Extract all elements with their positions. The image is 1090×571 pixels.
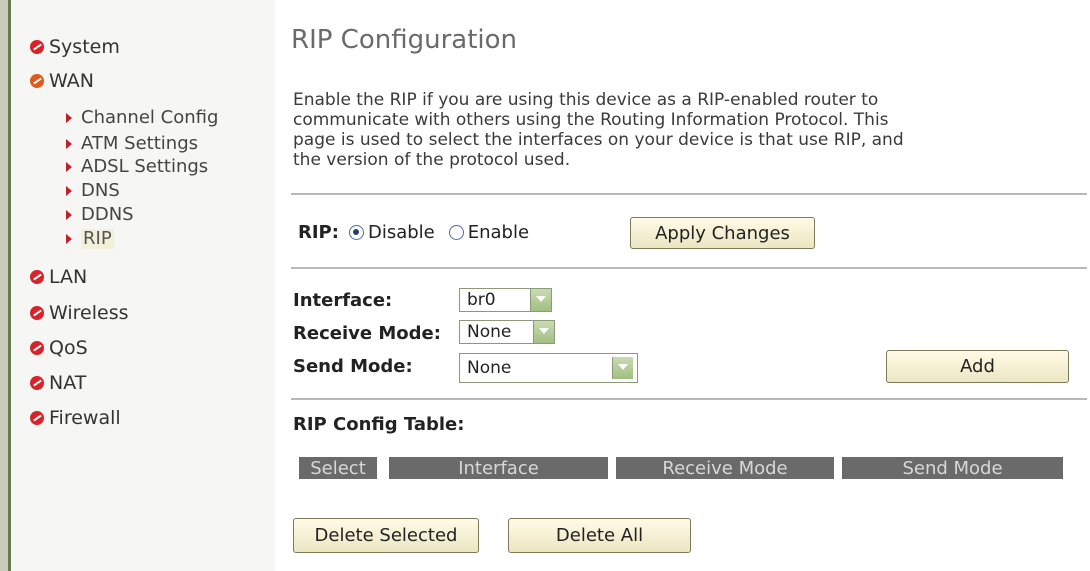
arrow-bullet-icon bbox=[66, 234, 72, 244]
column-header-select: Select bbox=[299, 457, 377, 479]
sidebar-item-lan[interactable]: LAN bbox=[30, 266, 87, 288]
sidebar-item-firewall[interactable]: Firewall bbox=[30, 407, 121, 429]
receive-mode-select[interactable]: None bbox=[459, 320, 555, 344]
sidebar-item-label: Wireless bbox=[49, 302, 129, 324]
sidebar-item-nat[interactable]: NAT bbox=[30, 372, 86, 394]
chevron-down-icon bbox=[612, 357, 633, 379]
expand-bullet-icon bbox=[30, 306, 44, 320]
sidebar-subitem-dns[interactable]: DNS bbox=[66, 181, 120, 201]
sidebar-item-label: NAT bbox=[49, 372, 87, 394]
chevron-down-icon bbox=[530, 289, 551, 311]
sidebar-subitem-rip[interactable]: RIP bbox=[66, 229, 114, 249]
sidebar-subitem-ddns[interactable]: DDNS bbox=[66, 205, 134, 225]
interface-label: Interface: bbox=[293, 290, 393, 311]
sidebar-item-label: LAN bbox=[49, 266, 88, 288]
delete-all-button[interactable]: Delete All bbox=[508, 518, 691, 553]
page-description: Enable the RIP if you are using this dev… bbox=[293, 90, 1063, 170]
sidebar-item-wireless[interactable]: Wireless bbox=[30, 302, 129, 324]
expand-bullet-icon bbox=[30, 40, 44, 54]
divider bbox=[291, 193, 1087, 195]
sidebar-subitem-adsl-settings[interactable]: ADSL Settings bbox=[66, 157, 208, 177]
arrow-bullet-icon bbox=[66, 210, 72, 220]
delete-selected-button[interactable]: Delete Selected bbox=[293, 518, 479, 553]
rip-label: RIP: bbox=[298, 222, 339, 243]
rip-enable-radio[interactable] bbox=[448, 225, 464, 240]
left-frame-strip bbox=[0, 0, 8, 571]
arrow-bullet-icon bbox=[66, 162, 72, 172]
arrow-bullet-icon bbox=[66, 113, 72, 123]
sidebar-item-label: WAN bbox=[49, 70, 94, 92]
description-line: the version of the protocol used. bbox=[293, 150, 571, 170]
chevron-down-icon bbox=[533, 321, 554, 343]
sidebar-subitem-channel-config[interactable]: Channel Config bbox=[66, 108, 218, 128]
expand-bullet-icon bbox=[30, 376, 44, 390]
rip-toggle-row: RIP: Disable Enable bbox=[298, 222, 529, 243]
rip-disable-radio[interactable] bbox=[348, 225, 364, 240]
expand-bullet-icon bbox=[30, 74, 44, 88]
column-header-interface: Interface bbox=[389, 457, 608, 479]
divider bbox=[291, 398, 1087, 400]
add-button[interactable]: Add bbox=[886, 350, 1069, 383]
expand-bullet-icon bbox=[30, 341, 44, 355]
column-header-send-mode: Send Mode bbox=[842, 457, 1063, 479]
table-title: RIP Config Table: bbox=[293, 414, 465, 435]
sidebar-item-label: System bbox=[49, 36, 120, 58]
send-mode-select[interactable]: None bbox=[459, 353, 638, 383]
arrow-bullet-icon bbox=[66, 186, 72, 196]
sidebar-item-qos[interactable]: QoS bbox=[30, 337, 88, 359]
rip-disable-label: Disable bbox=[367, 222, 435, 243]
divider bbox=[291, 267, 1087, 269]
description-line: communicate with others using the Routin… bbox=[293, 110, 889, 130]
interface-select[interactable]: br0 bbox=[459, 288, 552, 312]
page-title: RIP Configuration bbox=[291, 25, 518, 55]
expand-bullet-icon bbox=[30, 411, 44, 425]
rip-enable-label: Enable bbox=[467, 222, 530, 243]
sidebar-subitem-atm-settings[interactable]: ATM Settings bbox=[66, 134, 198, 154]
send-mode-label: Send Mode: bbox=[293, 356, 413, 377]
arrow-bullet-icon bbox=[66, 139, 72, 149]
sidebar-item-label: Firewall bbox=[49, 407, 121, 429]
sidebar-item-label: QoS bbox=[49, 337, 88, 359]
description-line: Enable the RIP if you are using this dev… bbox=[293, 90, 879, 110]
apply-changes-button[interactable]: Apply Changes bbox=[630, 217, 815, 249]
main-content: RIP Configuration Enable the RIP if you … bbox=[291, 0, 1090, 571]
description-line: page is used to select the interfaces on… bbox=[293, 130, 904, 150]
receive-mode-label: Receive Mode: bbox=[293, 323, 441, 344]
column-header-receive-mode: Receive Mode bbox=[616, 457, 834, 479]
sidebar-item-wan[interactable]: WAN bbox=[30, 70, 94, 92]
expand-bullet-icon bbox=[30, 270, 44, 284]
sidebar-item-system[interactable]: System bbox=[30, 36, 120, 58]
